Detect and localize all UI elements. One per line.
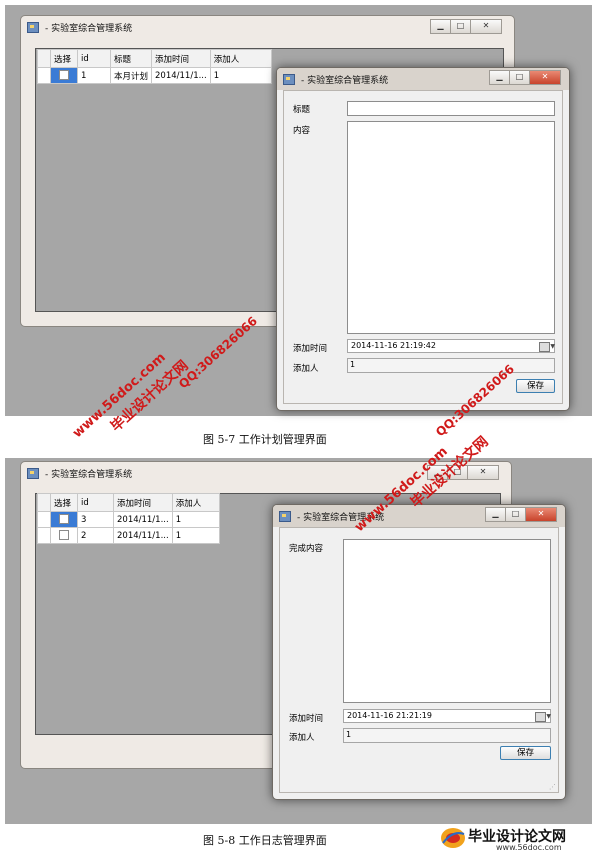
time-value: 2014-11-16 21:19:42 <box>351 341 436 350</box>
adder-cell: 1 <box>209 67 272 84</box>
row-checkbox[interactable] <box>59 530 69 541</box>
time-picker[interactable]: 2014-11-16 21:21:19 ▼ <box>343 709 551 723</box>
time-value: 2014-11-16 21:21:19 <box>347 711 432 720</box>
dialog-window-controls: ▁ □ ✕ <box>489 70 561 85</box>
adder-field: 1 <box>347 358 555 373</box>
time-cell: 2014/11/1... <box>113 527 173 544</box>
content-textarea[interactable] <box>343 539 551 703</box>
app-icon <box>27 21 39 33</box>
time-label: 添加时间 <box>293 344 328 354</box>
row-checkbox[interactable] <box>59 70 69 81</box>
content-label: 内容 <box>293 126 311 136</box>
column-header-adder[interactable]: 添加人 <box>209 49 272 68</box>
column-header-adder[interactable]: 添加人 <box>171 493 220 512</box>
column-header-time[interactable]: 添加时间 <box>151 49 211 68</box>
plan-grid-table: 选择 id 标题 添加时间 添加人 1 本月计划 2014/11/1... 1 <box>37 49 272 84</box>
figure1-caption: 图 5-7 工作计划管理界面 <box>203 433 327 446</box>
adder-cell: 1 <box>171 511 220 528</box>
select-cell[interactable] <box>50 511 78 528</box>
select-cell[interactable] <box>50 67 78 84</box>
row-checkbox[interactable] <box>59 514 69 525</box>
close-icon[interactable]: ✕ <box>470 19 502 34</box>
window-controls: ▁ □ ✕ <box>430 19 502 34</box>
select-cell[interactable] <box>50 527 78 544</box>
resize-grip-icon[interactable]: ⋰ <box>549 783 556 791</box>
table-row[interactable]: 1 本月计划 2014/11/1... 1 <box>37 67 272 84</box>
minimize-icon[interactable]: ▁ <box>485 507 506 522</box>
log-grid-table: 选择 id 添加时间 添加人 3 2014/11/1... 1 2 2014/1… <box>37 493 220 544</box>
maximize-icon[interactable]: □ <box>505 507 526 522</box>
table-row[interactable]: 2 2014/11/1... 1 <box>37 527 220 544</box>
maximize-icon[interactable]: □ <box>509 70 530 85</box>
logo-mark-icon <box>441 828 465 848</box>
id-cell: 2 <box>77 527 114 544</box>
figure2-edit-dialog: - 实验室综合管理系统 ▁ □ ✕ 完成内容 添加时间 2014-11-16 2… <box>272 504 566 800</box>
dialog-body: 标题 内容 添加时间 2014-11-16 21:19:42 ▼ 添加人 1 保… <box>283 90 563 404</box>
close-icon[interactable]: ✕ <box>525 507 557 522</box>
column-header-id[interactable]: id <box>77 49 111 68</box>
figure2-caption: 图 5-8 工作日志管理界面 <box>203 834 327 847</box>
calendar-icon[interactable] <box>539 342 550 352</box>
app-icon <box>279 510 291 522</box>
minimize-icon[interactable]: ▁ <box>430 19 451 34</box>
row-header-cell <box>37 493 51 512</box>
content-textarea[interactable] <box>347 121 555 334</box>
grid-header-row: 选择 id 标题 添加时间 添加人 <box>37 49 272 68</box>
dialog-body: 完成内容 添加时间 2014-11-16 21:21:19 ▼ 添加人 1 保存… <box>279 527 559 793</box>
row-header-cell <box>37 527 51 544</box>
id-cell: 1 <box>77 67 111 84</box>
time-picker[interactable]: 2014-11-16 21:19:42 ▼ <box>347 339 555 353</box>
content-label: 完成内容 <box>289 544 324 554</box>
footer-site: www.56doc.com <box>496 843 562 852</box>
time-cell: 2014/11/1... <box>151 67 211 84</box>
save-button[interactable]: 保存 <box>500 746 551 760</box>
grid-header-row: 选择 id 添加时间 添加人 <box>37 493 220 512</box>
title-label: 标题 <box>293 105 311 115</box>
figure1-edit-dialog: - 实验室综合管理系统 ▁ □ ✕ 标题 内容 添加时间 2014-11-16 … <box>276 67 570 411</box>
title-cell: 本月计划 <box>109 67 153 84</box>
save-button[interactable]: 保存 <box>516 379 555 393</box>
row-header-cell <box>37 511 51 528</box>
chevron-down-icon[interactable]: ▼ <box>546 711 551 722</box>
row-header-cell <box>37 67 51 84</box>
footer-logo: 毕业设计论文网 www.56doc.com <box>440 824 596 854</box>
time-label: 添加时间 <box>289 714 324 724</box>
chevron-down-icon[interactable]: ▼ <box>550 341 555 352</box>
close-icon[interactable]: ✕ <box>467 465 499 480</box>
adder-field: 1 <box>343 728 551 743</box>
minimize-icon[interactable]: ▁ <box>489 70 510 85</box>
window-title: - 实验室综合管理系统 <box>45 469 133 480</box>
adder-cell: 1 <box>171 527 220 544</box>
calendar-icon[interactable] <box>535 712 546 722</box>
column-header-time[interactable]: 添加时间 <box>113 493 173 512</box>
app-icon <box>283 73 295 85</box>
window-title: - 实验室综合管理系统 <box>45 23 133 34</box>
row-header-cell <box>37 49 51 68</box>
maximize-icon[interactable]: □ <box>450 19 471 34</box>
dialog-title: - 实验室综合管理系统 <box>301 75 389 86</box>
close-icon[interactable]: ✕ <box>529 70 561 85</box>
title-input[interactable] <box>347 101 555 116</box>
table-row[interactable]: 3 2014/11/1... 1 <box>37 511 220 528</box>
column-header-select[interactable]: 选择 <box>50 49 78 68</box>
adder-label: 添加人 <box>289 733 315 743</box>
adder-label: 添加人 <box>293 364 319 374</box>
time-cell: 2014/11/1... <box>113 511 173 528</box>
column-header-select[interactable]: 选择 <box>50 493 78 512</box>
id-cell: 3 <box>77 511 114 528</box>
app-icon <box>27 467 39 479</box>
dialog-window-controls: ▁ □ ✕ <box>485 507 557 522</box>
column-header-id[interactable]: id <box>77 493 114 512</box>
column-header-title[interactable]: 标题 <box>109 49 153 68</box>
